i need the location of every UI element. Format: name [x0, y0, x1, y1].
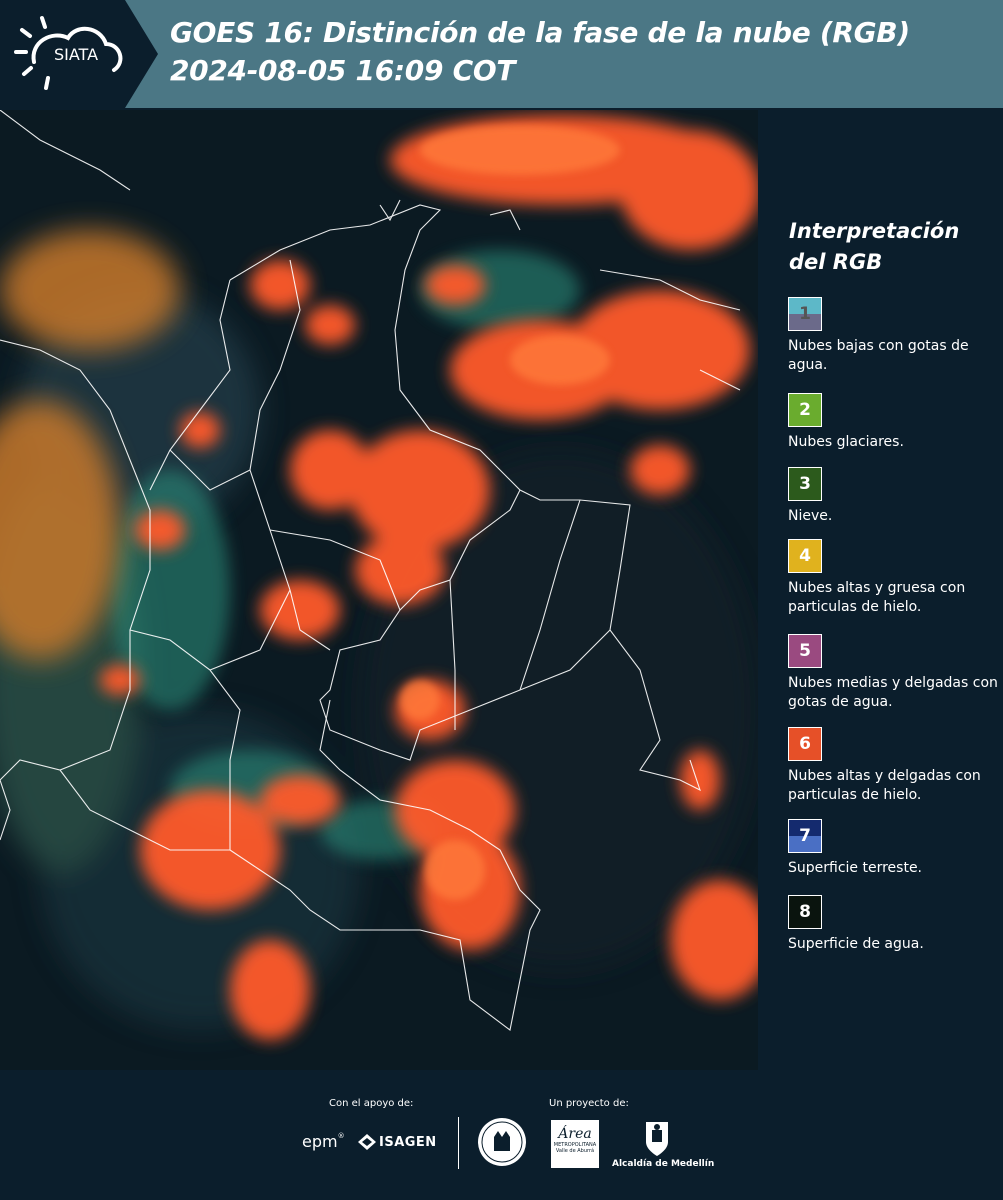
- legend-item-7: 7 Superficie terreste.: [788, 819, 998, 878]
- legend-number-3: 3: [799, 474, 811, 494]
- title-line-1: GOES 16: Distinción de la fase de la nub…: [170, 16, 910, 49]
- area-metropolitana-logo: Área METROPOLITANA Valle de Aburrá: [551, 1120, 599, 1168]
- footer-divider: [458, 1117, 459, 1169]
- legend-title-line-1: Interpretación: [789, 219, 960, 243]
- epm-logo: epm®: [302, 1132, 345, 1151]
- seal-icon: [478, 1118, 526, 1166]
- legend-number-4: 4: [799, 546, 811, 566]
- isagen-icon: [358, 1134, 376, 1150]
- legend-item-8: 8 Superficie de agua.: [788, 895, 998, 954]
- legend-title-line-2: del RGB: [789, 250, 883, 274]
- legend-desc-7: Superficie terreste.: [788, 860, 923, 876]
- legend-desc-8: Superficie de agua.: [788, 936, 924, 952]
- legend-number-1: 1: [799, 304, 811, 324]
- legend-swatch-4: 4: [788, 539, 822, 573]
- isagen-logo: ISAGEN: [358, 1134, 437, 1150]
- epm-logo-text: epm: [302, 1132, 338, 1151]
- alcaldia-logo-text: Alcaldía de Medellín: [612, 1159, 715, 1169]
- legend-panel: Interpretación del RGB 1 Nubes bajas con…: [760, 110, 1003, 1070]
- legend-number-8: 8: [799, 902, 811, 922]
- legend-item-2: 2 Nubes glaciares.: [788, 393, 998, 452]
- legend-number-2: 2: [799, 400, 811, 420]
- legend-swatch-2: 2: [788, 393, 822, 427]
- siata-logo: SIATA: [0, 0, 158, 108]
- legend-item-6: 6 Nubes altas y delgadas con particulas …: [788, 727, 998, 805]
- legend-swatch-1: 1: [788, 297, 822, 331]
- siata-logo-text: SIATA: [54, 45, 98, 64]
- legend-desc-5: Nubes medias y delgadas con gotas de agu…: [788, 675, 998, 710]
- legend-item-4: 4 Nubes altas y gruesa con particulas de…: [788, 539, 998, 617]
- title-line-2: 2024-08-05 16:09 COT: [170, 54, 516, 87]
- legend-number-5: 5: [799, 641, 811, 661]
- legend-swatch-3: 3: [788, 467, 822, 501]
- isagen-logo-text: ISAGEN: [379, 1134, 437, 1150]
- legend-item-5: 5 Nubes medias y delgadas con gotas de a…: [788, 634, 998, 712]
- area-metro-name: Área: [558, 1126, 592, 1142]
- support-label: Con el apoyo de:: [329, 1098, 414, 1109]
- legend-swatch-6: 6: [788, 727, 822, 761]
- header-bar: SIATA GOES 16: Distinción de la fase de …: [0, 0, 1003, 108]
- legend-number-7: 7: [799, 826, 811, 846]
- legend-item-3: 3 Nieve.: [788, 467, 998, 526]
- legend-item-1: 1 Nubes bajas con gotas de agua.: [788, 297, 998, 375]
- legend-title: Interpretación del RGB: [789, 216, 959, 278]
- legend-desc-6: Nubes altas y delgadas con particulas de…: [788, 768, 981, 803]
- legend-desc-1: Nubes bajas con gotas de agua.: [788, 338, 969, 373]
- legend-number-6: 6: [799, 734, 811, 754]
- medellin-shield-icon: [646, 1122, 668, 1156]
- area-metro-sub2: Valle de Aburrá: [555, 1148, 595, 1154]
- legend-swatch-8: 8: [788, 895, 822, 929]
- legend-desc-3: Nieve.: [788, 508, 833, 524]
- legend-desc-4: Nubes altas y gruesa con particulas de h…: [788, 580, 966, 615]
- footer: Con el apoyo de: Un proyecto de: epm® IS…: [0, 1070, 1003, 1200]
- project-label: Un proyecto de:: [549, 1098, 629, 1109]
- page-title: GOES 16: Distinción de la fase de la nub…: [170, 14, 910, 90]
- legend-desc-2: Nubes glaciares.: [788, 434, 904, 450]
- legend-swatch-7: 7: [788, 819, 822, 853]
- legend-swatch-5: 5: [788, 634, 822, 668]
- satellite-rgb-image: [0, 110, 758, 1070]
